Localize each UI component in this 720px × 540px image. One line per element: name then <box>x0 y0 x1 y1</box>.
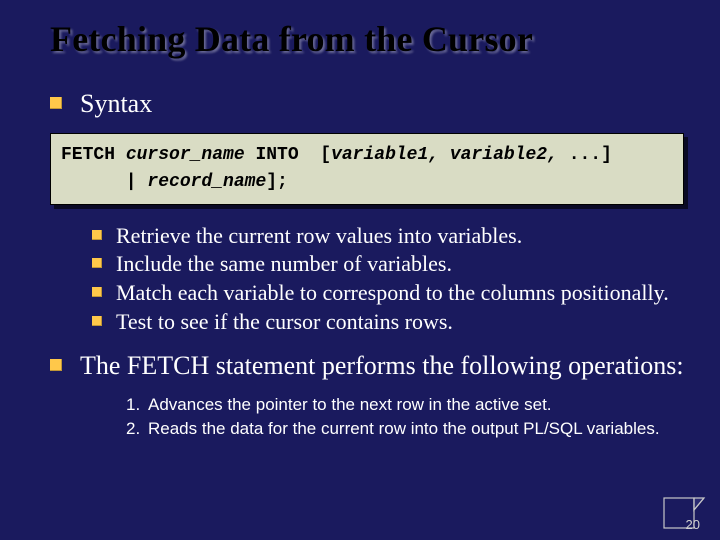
square-bullet-icon <box>50 97 62 109</box>
square-bullet-icon <box>92 316 102 326</box>
code-kw: FETCH <box>61 145 126 165</box>
sub-bullet-text: Include the same number of variables. <box>116 251 452 278</box>
list-number: 2. <box>126 418 148 440</box>
code-it: record_name <box>147 172 266 192</box>
code-it: cursor_name <box>126 145 245 165</box>
list-number: 1. <box>126 394 148 416</box>
sub-bullet-list: Retrieve the current row values into var… <box>92 223 684 336</box>
square-bullet-icon <box>92 230 102 240</box>
page-number: 20 <box>686 517 700 532</box>
bullet-syntax: Syntax <box>50 88 684 121</box>
code-it: variable1, variable2, <box>331 145 558 165</box>
slide-title: Fetching Data from the Cursor <box>50 18 684 60</box>
syntax-label: Syntax <box>80 88 152 121</box>
list-item: 2. Reads the data for the current row in… <box>126 418 684 440</box>
list-item: Test to see if the cursor contains rows. <box>92 309 684 336</box>
list-item: Match each variable to correspond to the… <box>92 280 684 307</box>
code-kw: ]; <box>266 172 288 192</box>
list-text: Reads the data for the current row into … <box>148 418 684 440</box>
square-bullet-icon <box>92 287 102 297</box>
slide: Fetching Data from the Cursor Syntax FET… <box>0 0 720 540</box>
square-bullet-icon <box>92 258 102 268</box>
sub-bullet-text: Retrieve the current row values into var… <box>116 223 522 250</box>
code-kw: INTO [ <box>245 145 331 165</box>
list-item: 1. Advances the pointer to the next row … <box>126 394 684 416</box>
list-item: Retrieve the current row values into var… <box>92 223 684 250</box>
bullet-fetch-intro: The FETCH statement performs the followi… <box>50 350 684 383</box>
numbered-list: 1. Advances the pointer to the next row … <box>126 394 684 440</box>
code-kw: | <box>61 172 147 192</box>
list-item: Include the same number of variables. <box>92 251 684 278</box>
fetch-intro-text: The FETCH statement performs the followi… <box>80 350 684 383</box>
syntax-code-box: FETCH cursor_name INTO [variable1, varia… <box>50 133 684 205</box>
list-text: Advances the pointer to the next row in … <box>148 394 684 416</box>
sub-bullet-text: Test to see if the cursor contains rows. <box>116 309 453 336</box>
sub-bullet-text: Match each variable to correspond to the… <box>116 280 669 307</box>
code-kw: ...] <box>558 145 612 165</box>
square-bullet-icon <box>50 359 62 371</box>
